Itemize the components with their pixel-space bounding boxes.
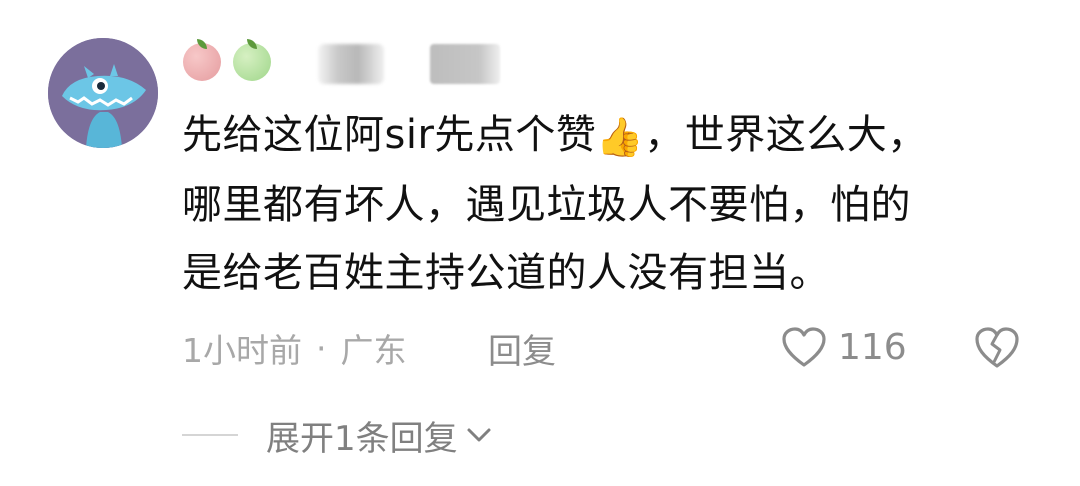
comment-line-3: 是给老百姓主持公道的人没有担当。 — [182, 250, 830, 296]
expand-replies[interactable]: 展开1条回复 — [182, 410, 492, 460]
green-apple-icon — [233, 39, 271, 81]
avatar[interactable] — [48, 38, 158, 148]
username-blurred[interactable] — [318, 44, 384, 84]
like-count: 116 — [838, 326, 907, 368]
broken-heart-icon — [975, 327, 1019, 368]
monster-avatar-icon — [48, 38, 158, 148]
username-blurred-2 — [430, 44, 500, 84]
comment-text: 先给这位阿sir先点个赞👍，世界这么大， 哪里都有坏人，遇见垃圾人不要怕，怕的 … — [182, 101, 1012, 307]
comment-line-1-tail: ，世界这么大， — [644, 112, 928, 158]
comment-line-1: 先给这位阿sir先点个赞👍，世界这么大， — [182, 101, 1012, 171]
chevron-down-icon[interactable] — [466, 426, 492, 444]
like-button[interactable]: 116 — [780, 320, 907, 374]
heart-outline-icon — [782, 327, 826, 367]
comment-line-2: 哪里都有坏人，遇见垃圾人不要怕，怕的 — [182, 182, 911, 228]
comment-meta: 1小时前 · 广东 — [182, 323, 407, 373]
divider — [182, 434, 238, 436]
comment-location: 广东 — [340, 331, 407, 370]
red-apple-icon — [183, 39, 221, 81]
reply-button[interactable]: 回复 — [488, 323, 556, 373]
meta-separator: · — [316, 328, 327, 368]
expand-replies-label[interactable]: 展开1条回复 — [266, 411, 458, 460]
thumbs-up-icon: 👍 — [596, 115, 645, 159]
comment-line-1-text: 先给这位阿sir先点个赞 — [182, 112, 597, 158]
user-badges — [183, 39, 271, 84]
dislike-button[interactable] — [972, 320, 1022, 374]
comment-time: 1小时前 — [182, 331, 302, 370]
